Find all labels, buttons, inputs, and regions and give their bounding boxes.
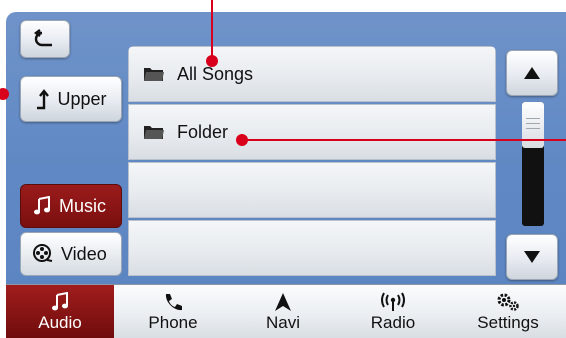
folder-icon bbox=[143, 124, 167, 140]
tab-video[interactable]: Video bbox=[20, 232, 122, 276]
list-item-all-songs[interactable]: All Songs bbox=[128, 46, 496, 102]
folder-icon bbox=[143, 66, 167, 82]
nav-settings[interactable]: Settings bbox=[450, 285, 566, 338]
bottom-nav: Audio Phone Navi Radio Settings bbox=[6, 284, 566, 338]
tab-video-label: Video bbox=[61, 243, 107, 264]
film-reel-icon bbox=[33, 244, 53, 262]
callout-dot-folder bbox=[236, 134, 248, 146]
upper-label: Upper bbox=[57, 88, 107, 109]
music-note-icon bbox=[34, 196, 50, 215]
nav-label: Settings bbox=[477, 313, 539, 332]
nav-label: Phone bbox=[148, 313, 198, 332]
nav-label: Audio bbox=[38, 313, 82, 332]
scrollbar-track[interactable] bbox=[522, 102, 544, 226]
head-unit-screen: Upper All Songs Folder Music Video Audio… bbox=[6, 12, 566, 338]
nav-label: Radio bbox=[370, 313, 416, 332]
back-button[interactable] bbox=[20, 20, 70, 58]
scrollbar-thumb[interactable] bbox=[522, 102, 544, 148]
nav-navi[interactable]: Navi bbox=[228, 285, 338, 338]
scroll-down-button[interactable] bbox=[506, 234, 558, 280]
navi-arrow-icon bbox=[274, 291, 292, 313]
tab-music-label: Music bbox=[59, 195, 107, 216]
back-arrow-icon bbox=[34, 29, 52, 47]
upper-arrow-icon bbox=[37, 89, 50, 110]
tab-music[interactable]: Music bbox=[20, 184, 122, 228]
callout-line-all-songs bbox=[211, 0, 213, 60]
nav-label: Navi bbox=[265, 313, 300, 332]
music-note-icon bbox=[50, 291, 70, 313]
list-item-label: Folder bbox=[177, 121, 229, 142]
nav-audio[interactable]: Audio bbox=[6, 285, 114, 338]
list-item-empty bbox=[128, 162, 496, 218]
list-item-empty bbox=[128, 220, 496, 276]
upper-button[interactable]: Upper bbox=[20, 76, 122, 122]
nav-radio[interactable]: Radio bbox=[338, 285, 448, 338]
callout-dot-all-songs bbox=[206, 55, 218, 67]
callout-line-folder bbox=[240, 139, 566, 141]
nav-phone[interactable]: Phone bbox=[118, 285, 228, 338]
gear-icon bbox=[495, 291, 521, 313]
scroll-up-icon bbox=[524, 67, 540, 79]
list-item-folder[interactable]: Folder bbox=[128, 104, 496, 160]
file-list: All Songs Folder bbox=[128, 46, 496, 282]
scroll-up-button[interactable] bbox=[506, 50, 558, 96]
phone-icon bbox=[163, 291, 183, 313]
radio-antenna-icon bbox=[380, 291, 406, 313]
scroll-down-icon bbox=[524, 251, 540, 263]
list-item-label: All Songs bbox=[177, 63, 254, 84]
